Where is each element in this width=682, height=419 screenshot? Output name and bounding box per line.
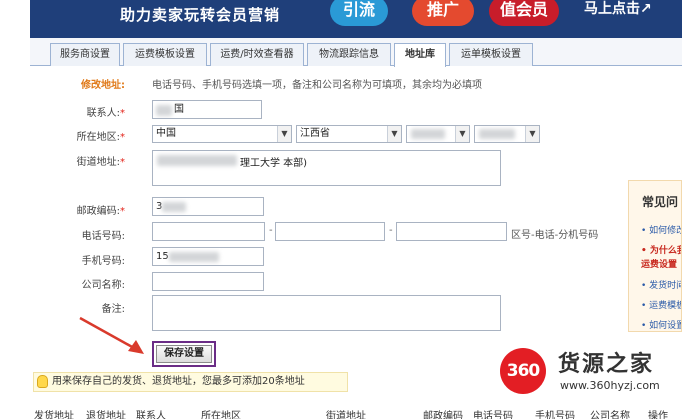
faq-link[interactable]: • 运费模板 (641, 298, 681, 311)
lightbulb-icon (37, 375, 48, 388)
banner-cta-link[interactable]: 马上点击↗ (584, 0, 652, 18)
mobile-label: 手机号码: (81, 256, 125, 267)
chevron-down-icon: ▼ (455, 126, 469, 142)
watermark-logo: 360 (500, 348, 546, 394)
chevron-down-icon: ▼ (387, 126, 401, 142)
column-header: 操作 (648, 411, 668, 419)
faq-link[interactable]: • 如何修改 (641, 223, 681, 236)
address-table-header: 发货地址 退货地址 联系人 所在地区 街道地址 邮政编码 电话号码 手机号码 公… (30, 406, 682, 419)
banner-left-margin (0, 0, 30, 38)
faq-link[interactable]: • 发货时间 (641, 278, 681, 291)
column-header: 邮政编码 (423, 411, 463, 419)
faq-link[interactable]: 运费设置 (641, 257, 677, 270)
phone-label: 电话号码: (81, 231, 125, 242)
save-button[interactable]: 保存设置 (156, 345, 212, 363)
remark-label: 备注: (101, 304, 125, 315)
contact-input[interactable]: 国 (152, 100, 262, 119)
column-header: 发货地址 (34, 411, 74, 419)
phone-number-input[interactable] (275, 222, 385, 241)
city-select[interactable]: ▼ (406, 125, 470, 143)
watermark-name: 货源之家 (558, 352, 655, 377)
column-header: 街道地址 (326, 411, 366, 419)
phone-separator: - (389, 225, 393, 236)
section-title: 修改地址: (81, 80, 125, 91)
site-watermark: 360 货源之家 www.360hyzj.com (500, 344, 682, 404)
faq-link[interactable]: • 如何设置 (641, 318, 681, 331)
region-label: 所在地区:* (76, 132, 125, 143)
address-limit-tip: 用来保存自己的发货、退货地址，您最多可添加20条地址 (33, 372, 348, 392)
tab-freight-template[interactable]: 运费模板设置 (123, 43, 207, 66)
tab-bar: 服务商设置 运费模板设置 运费/时效查看器 物流跟踪信息 地址库 运单模板设置 (30, 38, 682, 67)
tab-logistics-tracking[interactable]: 物流跟踪信息 (307, 43, 391, 66)
tab-waybill-template[interactable]: 运单模板设置 (449, 43, 533, 66)
watermark-url: www.360hyzj.com (560, 379, 660, 392)
phone-area-code-input[interactable] (152, 222, 265, 241)
tab-service-provider[interactable]: 服务商设置 (50, 43, 120, 66)
banner-pill-member[interactable]: 值会员 (489, 0, 559, 26)
faq-panel: 常见问 • 如何修改 • 为什么我 运费设置 • 发货时间 • 运费模板 • 如… (628, 180, 682, 332)
street-label: 街道地址:* (76, 157, 125, 168)
phone-format-hint: 区号-电话-分机号码 (511, 230, 599, 241)
remark-textarea[interactable] (152, 295, 501, 331)
column-header: 手机号码 (535, 411, 575, 419)
company-input[interactable] (152, 272, 264, 291)
save-button-highlight[interactable]: 保存设置 (152, 341, 216, 367)
banner-pill-traffic[interactable]: 引流 (330, 0, 388, 26)
phone-separator: - (269, 225, 273, 236)
column-header: 电话号码 (473, 411, 513, 419)
banner-pill-promote[interactable]: 推广 (412, 0, 474, 26)
tab-freight-viewer[interactable]: 运费/时效查看器 (210, 43, 304, 66)
chevron-down-icon: ▼ (525, 126, 539, 142)
phone-extension-input[interactable] (396, 222, 507, 241)
district-select[interactable]: ▼ (474, 125, 540, 143)
faq-link[interactable]: • 为什么我 (641, 243, 681, 256)
street-textarea[interactable]: 理工大学 本部) (152, 150, 501, 186)
zip-label: 邮政编码:* (76, 206, 125, 217)
column-header: 公司名称 (590, 411, 630, 419)
section-note: 电话号码、手机号码选填一项，备注和公司名称为可填项，其余均为必填项 (152, 80, 482, 91)
column-header: 所在地区 (201, 411, 241, 419)
promo-banner[interactable]: 助力卖家玩转会员营销 引流 推广 值会员 马上点击↗ (0, 0, 682, 38)
country-select[interactable]: 中国 ▼ (152, 125, 292, 143)
contact-label: 联系人:* (86, 108, 125, 119)
column-header: 联系人 (136, 411, 166, 419)
mobile-input[interactable]: 15 (152, 247, 264, 266)
faq-title: 常见问 (642, 195, 679, 209)
company-label: 公司名称: (81, 280, 125, 291)
province-select[interactable]: 江西省 ▼ (296, 125, 402, 143)
zip-input[interactable]: 3 (152, 197, 264, 216)
red-arrow-annotation (79, 316, 144, 354)
chevron-down-icon: ▼ (277, 126, 291, 142)
banner-slogan: 助力卖家玩转会员营销 (120, 6, 281, 24)
tab-address-book[interactable]: 地址库 (394, 43, 446, 67)
column-header: 退货地址 (86, 411, 126, 419)
